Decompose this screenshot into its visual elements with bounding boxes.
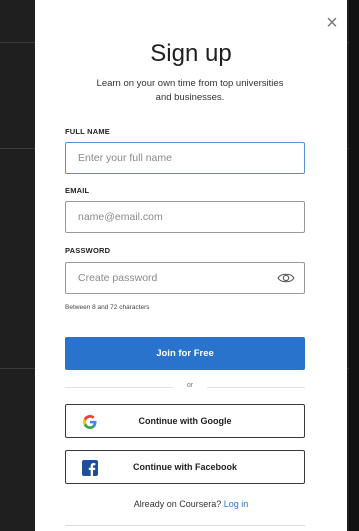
divider-or-text: or	[186, 382, 194, 389]
continue-with-facebook-button[interactable]: Continue with Facebook	[65, 450, 305, 484]
password-hint: Between 8 and 72 characters	[65, 304, 150, 311]
modal-subtitle: Learn on your own time from top universi…	[96, 78, 284, 103]
backdrop-edge	[349, 0, 359, 531]
full-name-input[interactable]	[65, 142, 305, 174]
eye-icon[interactable]	[277, 272, 295, 284]
password-input[interactable]	[65, 262, 305, 294]
modal-title: Sign up	[150, 40, 232, 67]
email-label: EMAIL	[65, 186, 90, 195]
google-button-label: Continue with Google	[138, 416, 232, 426]
full-name-label: FULL NAME	[65, 127, 110, 136]
continue-with-google-button[interactable]: Continue with Google	[65, 404, 305, 438]
footer-divider	[65, 525, 305, 526]
signup-modal: × Sign up Learn on your own time from to…	[35, 0, 347, 531]
login-prompt: Already on Coursera? Log in	[35, 499, 347, 509]
password-label: PASSWORD	[65, 246, 111, 255]
facebook-button-label: Continue with Facebook	[132, 462, 237, 472]
divider-right	[207, 387, 305, 388]
email-input[interactable]	[65, 201, 305, 233]
login-link[interactable]: Log in	[224, 499, 249, 509]
divider-left	[65, 387, 173, 388]
login-prompt-text: Already on Coursera?	[133, 499, 222, 509]
join-for-free-button[interactable]: Join for Free	[65, 337, 305, 370]
close-icon[interactable]: ×	[323, 13, 341, 33]
